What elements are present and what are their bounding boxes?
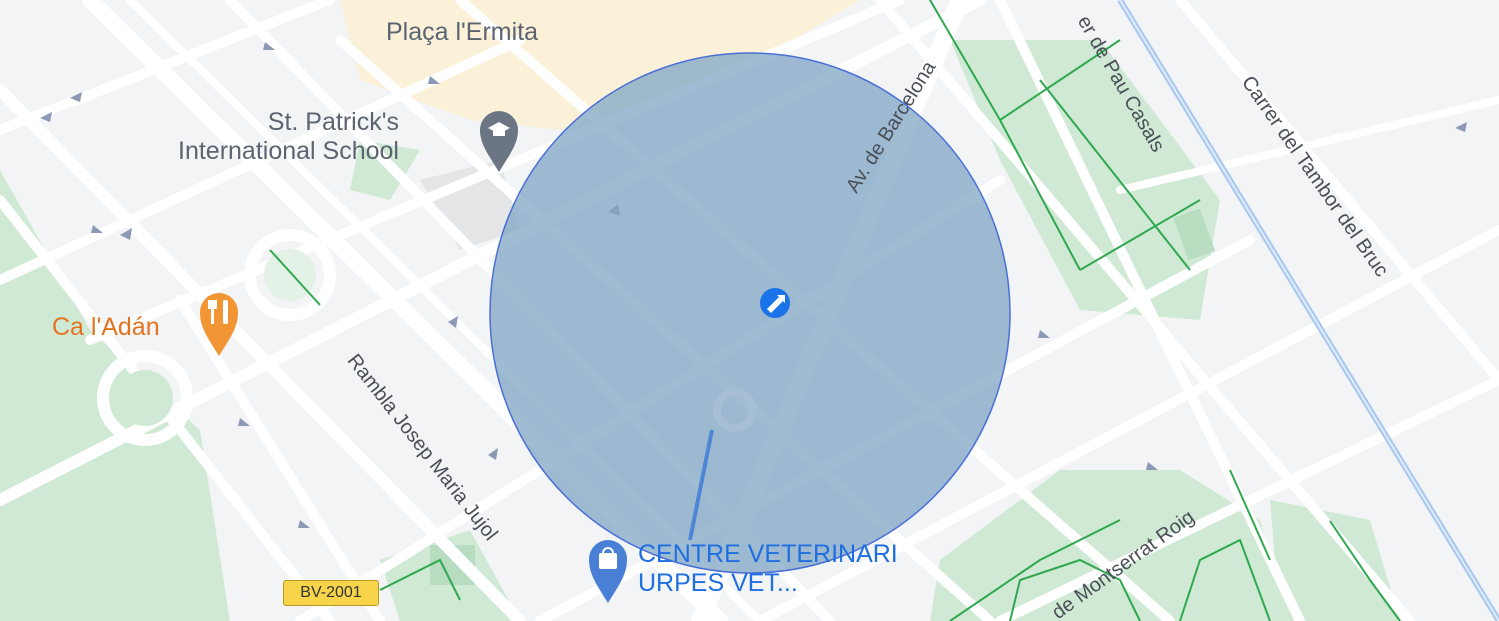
- school-label[interactable]: St. Patrick's International School: [178, 108, 399, 166]
- restaurant-label[interactable]: Ca l'Adán: [52, 313, 160, 342]
- restaurant-icon[interactable]: [198, 290, 240, 358]
- road-badge: BV-2001: [283, 580, 379, 606]
- vet-label[interactable]: CENTRE VETERINARI URPES VET...: [638, 540, 898, 598]
- school-label-line2: International School: [178, 137, 399, 165]
- school-icon[interactable]: [478, 108, 520, 174]
- map-canvas[interactable]: Plaça l'Ermita St. Patrick's Internation…: [0, 0, 1499, 621]
- vet-label-line2: URPES VET...: [638, 569, 798, 597]
- plaza-label: Plaça l'Ermita: [386, 18, 539, 46]
- search-radius-circle: [489, 52, 1011, 574]
- school-label-line1: St. Patrick's: [267, 108, 399, 136]
- vet-label-line1: CENTRE VETERINARI: [638, 540, 898, 568]
- vet-shopping-icon[interactable]: [587, 537, 629, 605]
- location-marker-icon[interactable]: [759, 287, 791, 319]
